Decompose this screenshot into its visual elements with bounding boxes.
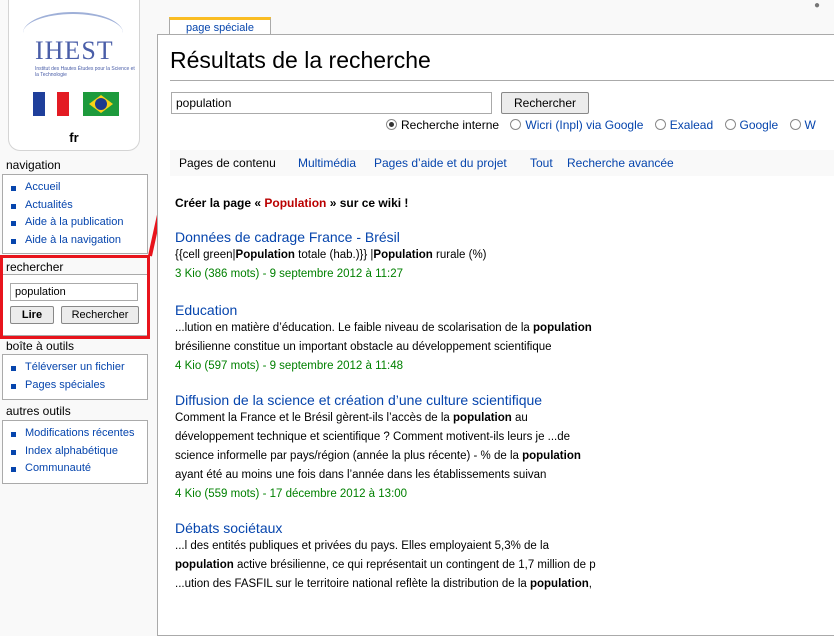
- result-snippet-line: développement technique et scientifique …: [175, 431, 571, 443]
- brazil-flag-icon[interactable]: [83, 92, 119, 116]
- page-title: Résultats de la recherche: [170, 47, 431, 73]
- radio-icon[interactable]: [724, 119, 736, 130]
- radio-icon[interactable]: [654, 119, 666, 130]
- result-meta: 4 Kio (597 mots) - 9 septembre 2012 à 11…: [175, 360, 404, 372]
- toolbox-title: boîte à outils: [6, 339, 75, 353]
- result-snippet-line: ...ution des FASFIL sur le territoire na…: [175, 578, 592, 590]
- content-area: Résultats de la recherche population Rec…: [157, 34, 834, 636]
- other-tools-title: autres outils: [6, 404, 71, 418]
- option-w[interactable]: W: [789, 118, 816, 132]
- search-input[interactable]: population: [171, 92, 492, 114]
- result-title-link[interactable]: Débats sociétaux: [175, 519, 645, 537]
- go-button[interactable]: Lire: [10, 306, 54, 324]
- result-title-link[interactable]: Diffusion de la science et création d’un…: [175, 391, 645, 409]
- language-label: fr: [69, 130, 79, 145]
- result-meta: 4 Kio (559 mots) - 17 décembre 2012 à 13…: [175, 488, 408, 500]
- filter-multimedia[interactable]: Multimédia: [298, 156, 356, 170]
- sidebar-item-community[interactable]: Communauté: [11, 460, 147, 478]
- sidebar-item-aide-navigation[interactable]: Aide à la navigation: [11, 232, 147, 250]
- result-title-link[interactable]: Education: [175, 301, 645, 319]
- option-google[interactable]: Google: [724, 118, 778, 132]
- search-result: Débats sociétaux ...l des entités publiqu…: [175, 519, 645, 594]
- result-snippet-line: Comment la France et le Brésil gèrent-il…: [175, 412, 528, 424]
- search-engine-options: Recherche interne Wicri (Inpl) via Googl…: [386, 118, 824, 132]
- create-page-link[interactable]: Population: [264, 196, 326, 210]
- logo-box[interactable]: IHEST Institut des Hautes Études pour la…: [8, 0, 140, 151]
- navigation-portlet: Accueil Actualités Aide à la publication…: [2, 174, 148, 254]
- filter-all[interactable]: Tout: [530, 156, 553, 170]
- sidebar-item-recent-changes[interactable]: Modifications récentes: [11, 425, 147, 443]
- other-tools-portlet: Modifications récentes Index alphabétiqu…: [2, 420, 148, 484]
- sidebar-item-accueil[interactable]: Accueil: [11, 179, 147, 197]
- search-result: Diffusion de la science et création d’un…: [175, 391, 645, 504]
- radio-icon[interactable]: [789, 119, 801, 130]
- result-meta: 3 Kio (386 mots) - 9 septembre 2012 à 11…: [175, 268, 404, 280]
- radio-selected-icon[interactable]: [386, 119, 397, 130]
- filter-help-pages[interactable]: Pages d’aide et du projet: [374, 156, 507, 170]
- search-portlet: population Lire Rechercher: [2, 274, 148, 336]
- result-snippet-line: science informelle par pays/région (anné…: [175, 450, 581, 462]
- filter-advanced-search[interactable]: Recherche avancée: [567, 156, 674, 170]
- result-snippet-line: ayant été au moins une fois dans l’année…: [175, 469, 547, 481]
- result-title-link[interactable]: Données de cadrage France - Brésil: [175, 228, 645, 246]
- search-portlet-title: rechercher: [6, 260, 64, 274]
- result-snippet-line: ...l des entités publiques et privées du…: [175, 540, 549, 552]
- filter-content-pages[interactable]: Pages de contenu: [179, 156, 276, 170]
- sidebar-search-input[interactable]: population: [10, 283, 138, 301]
- user-icon[interactable]: ●: [814, 0, 820, 11]
- search-result: Données de cadrage France - Brésil {{cell…: [175, 228, 645, 284]
- result-snippet-line: brésilienne constitue un important obsta…: [175, 341, 552, 353]
- logo-subtitle: Institut des Hautes Études pour la Scien…: [35, 66, 135, 78]
- navigation-title: navigation: [6, 158, 61, 172]
- toolbox-portlet: Téléverser un fichier Pages spéciales: [2, 354, 148, 400]
- sidebar-item-upload[interactable]: Téléverser un fichier: [11, 359, 147, 377]
- result-snippet-line: {{cell green|Population totale (hab.)}} …: [175, 249, 487, 261]
- sidebar-item-aide-publication[interactable]: Aide à la publication: [11, 214, 147, 232]
- create-page-notice: Créer la page « Population » sur ce wiki…: [175, 196, 409, 210]
- title-divider: [170, 80, 834, 81]
- search-button[interactable]: Rechercher: [501, 92, 589, 114]
- radio-icon[interactable]: [510, 119, 522, 130]
- result-snippet-line: ...lution en matière d’éducation. Le fai…: [175, 322, 592, 334]
- search-result: Education ...lution en matière d’éducatio…: [175, 301, 645, 376]
- sidebar-item-actualites[interactable]: Actualités: [11, 197, 147, 215]
- search-filter-bar: Pages de contenu Multimédia Pages d’aide…: [170, 150, 834, 176]
- site-logo: IHEST: [35, 36, 114, 65]
- option-wicri-google[interactable]: Wicri (Inpl) via Google: [510, 118, 643, 132]
- french-flag-icon[interactable]: [33, 92, 69, 116]
- result-snippet-line: population active brésilienne, ce qui re…: [175, 559, 596, 571]
- sidebar-item-special-pages[interactable]: Pages spéciales: [11, 377, 147, 395]
- sidebar-search-button[interactable]: Rechercher: [61, 306, 139, 324]
- option-exalead[interactable]: Exalead: [654, 118, 713, 132]
- option-recherche-interne[interactable]: Recherche interne: [386, 118, 499, 132]
- sidebar-item-alpha-index[interactable]: Index alphabétique: [11, 443, 147, 461]
